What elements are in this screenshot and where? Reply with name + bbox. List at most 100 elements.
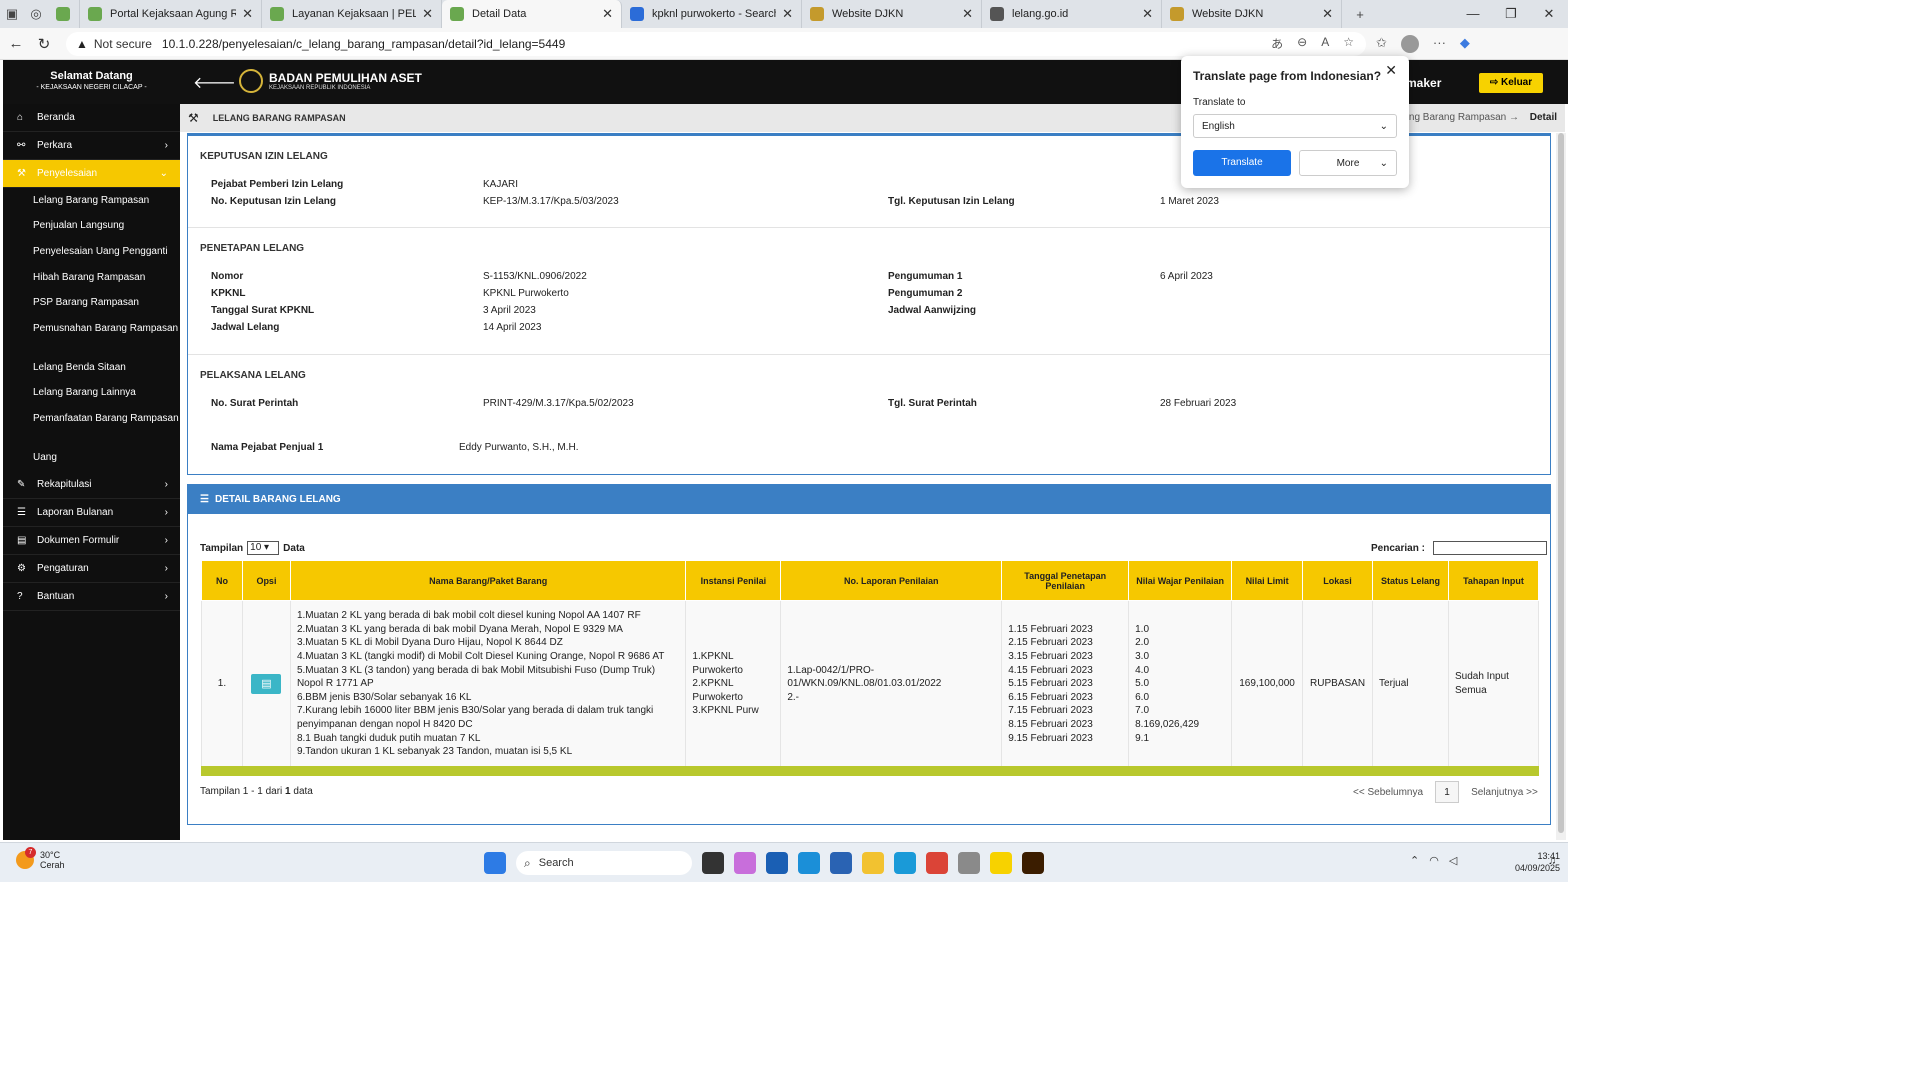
tab-pinned[interactable] — [48, 0, 80, 28]
next-page-link[interactable]: Selanjutnya >> — [1471, 787, 1538, 798]
tab-0[interactable]: Portal Kejaksaan Agung Repub ✕ — [80, 0, 262, 28]
read-aloud-icon[interactable]: A — [1321, 35, 1329, 52]
sidebar-subitem[interactable]: Lelang Barang Rampasan — [3, 188, 180, 213]
tab-4[interactable]: Website DJKN ✕ — [802, 0, 982, 28]
column-header[interactable]: No — [201, 560, 243, 601]
column-header[interactable]: Tanggal Penetapan Penilaian — [1001, 560, 1130, 601]
restore-icon[interactable]: ❐ — [1492, 6, 1530, 22]
back-icon[interactable]: ← — [2, 35, 30, 52]
url-field[interactable]: ▲ Not secure 10.1.0.228/penyelesaian/c_l… — [66, 31, 1366, 56]
column-header[interactable]: No. Laporan Penilaian — [780, 560, 1003, 601]
chevron-right-icon: › — [164, 140, 168, 151]
file-explorer-icon[interactable] — [862, 852, 884, 874]
page-length-select[interactable]: 10 ▾ — [247, 541, 280, 555]
tab-6[interactable]: Website DJKN ✕ — [1162, 0, 1342, 28]
page-scrollbar[interactable] — [1556, 133, 1566, 840]
close-icon[interactable]: ✕ — [1385, 62, 1397, 79]
network-app-icon[interactable] — [958, 852, 980, 874]
column-header[interactable]: Nama Barang/Paket Barang — [289, 560, 687, 601]
sidebar-item-pengaturan[interactable]: ⚙ Pengaturan › — [3, 555, 180, 583]
copilot-app-icon[interactable] — [734, 852, 756, 874]
sidebar-item-beranda[interactable]: ⌂ Beranda — [3, 104, 180, 132]
sidebar-subitem[interactable]: Hibah Barang Rampasan — [3, 265, 180, 290]
start-icon[interactable] — [484, 852, 506, 874]
minimize-icon[interactable]: — — [1454, 6, 1492, 22]
close-window-icon[interactable]: ✕ — [1530, 6, 1568, 22]
column-header[interactable]: Nilai Limit — [1231, 560, 1304, 601]
close-tab-icon[interactable]: ✕ — [962, 6, 973, 22]
user-name[interactable]: maker — [1406, 76, 1441, 90]
chrome-icon[interactable] — [926, 852, 948, 874]
breadcrumb-path: Lelang Barang Rampasan → Detail — [1390, 112, 1557, 123]
menu-dots-icon[interactable]: ··· — [1433, 35, 1446, 53]
close-tab-icon[interactable]: ✕ — [1322, 6, 1333, 22]
sidebar-subitem[interactable]: PSP Barang Rampasan — [3, 290, 180, 316]
emblem-icon — [239, 69, 263, 93]
tab-2[interactable]: Detail Data ✕ — [442, 0, 622, 28]
sidebar-subitem[interactable]: Penjualan Langsung — [3, 213, 180, 239]
notification-bell-icon[interactable]: ♫ — [1548, 855, 1556, 867]
sidebar-item-bantuan[interactable]: ? Bantuan › — [3, 583, 180, 611]
search-input[interactable] — [1432, 541, 1547, 555]
column-header[interactable]: Opsi — [241, 560, 291, 601]
wifi-icon[interactable]: ◠ — [1429, 854, 1439, 867]
sidebar-subitem[interactable]: Lelang Benda Sitaan — [3, 355, 180, 380]
sidebar-item-perkara[interactable]: ⚯ Perkara › — [3, 132, 180, 160]
tab-1[interactable]: Layanan Kejaksaan | PELAYANA ✕ — [262, 0, 442, 28]
close-tab-icon[interactable]: ✕ — [1142, 6, 1153, 22]
weather-widget[interactable]: 7 30°C Cerah — [16, 847, 65, 870]
tab-5[interactable]: lelang.go.id ✕ — [982, 0, 1162, 28]
sidebar-item-label: Beranda — [37, 112, 75, 123]
sidebar-subitem[interactable]: Uang — [3, 445, 180, 471]
more-button[interactable]: More ⌄ — [1299, 150, 1397, 176]
tab-3[interactable]: kpknl purwokerto - Search ✕ — [622, 0, 802, 28]
taskbar-search[interactable]: ⌕ Search — [516, 851, 692, 875]
chevron-up-icon[interactable]: ⌃ — [1410, 854, 1419, 867]
detail-button[interactable]: ▤ — [251, 674, 282, 694]
translate-button[interactable]: Translate — [1193, 150, 1291, 176]
edge-icon[interactable] — [798, 852, 820, 874]
sidebar-item-rekapitulasi[interactable]: ✎ Rekapitulasi › — [3, 471, 180, 499]
volume-icon[interactable]: ◁ — [1449, 854, 1457, 867]
column-header[interactable]: Status Lelang — [1372, 560, 1449, 601]
page-number[interactable]: 1 — [1435, 781, 1460, 803]
sidebar-subitem[interactable]: Lelang Barang Lainnya — [3, 380, 180, 406]
outlook-icon[interactable] — [766, 852, 788, 874]
sidebar-subitem[interactable]: Penyelesaian Uang Pengganti — [3, 239, 180, 265]
sidebar-toggle-icon[interactable]: ▣ — [0, 3, 24, 25]
sidebar-subitem[interactable]: Pemanfaatan Barang Rampasan — [3, 406, 180, 445]
cortana-icon[interactable] — [894, 852, 916, 874]
close-tab-icon[interactable]: ✕ — [422, 6, 433, 22]
translate-icon[interactable]: あ — [1271, 35, 1283, 52]
close-tab-icon[interactable]: ✕ — [782, 6, 793, 22]
profile-avatar[interactable] — [1400, 34, 1419, 53]
column-header[interactable]: Tahapan Input — [1447, 560, 1540, 601]
sidebar-item-laporan-bulanan[interactable]: ☰ Laporan Bulanan › — [3, 499, 180, 527]
language-select[interactable]: English ⌄ — [1193, 114, 1397, 138]
column-header[interactable]: Nilai Wajar Penilaian — [1128, 560, 1233, 601]
favorites-icon[interactable]: ✩ — [1376, 35, 1387, 53]
logout-button[interactable]: ⇨ Keluar — [1479, 73, 1543, 93]
workspaces-icon[interactable]: ◎ — [24, 3, 48, 25]
new-tab-icon[interactable]: + — [1348, 3, 1372, 25]
store-icon[interactable] — [830, 852, 852, 874]
refresh-icon[interactable]: ↻ — [30, 35, 58, 53]
sidebar-item-penyelesaian[interactable]: ⚒ Penyelesaian ⌄ — [3, 160, 180, 188]
cell-line: 3.15 Februari 2023 — [1008, 651, 1093, 663]
column-header[interactable]: Lokasi — [1302, 560, 1374, 601]
section-title-penetapan: PENETAPAN LELANG — [200, 243, 305, 254]
notes-icon[interactable] — [990, 852, 1012, 874]
favorite-star-icon[interactable]: ☆ — [1343, 35, 1354, 52]
scrollbar-thumb[interactable] — [1558, 133, 1564, 833]
sidebar-subitem[interactable]: Pemusnahan Barang Rampasan — [3, 316, 180, 355]
collapse-sidebar-icon[interactable]: 🡐 — [193, 72, 236, 93]
task-view-icon[interactable] — [702, 852, 724, 874]
sidebar-item-dokumen-formulir[interactable]: ▤ Dokumen Formulir › — [3, 527, 180, 555]
close-tab-icon[interactable]: ✕ — [242, 6, 253, 22]
prev-page-link[interactable]: << Sebelumnya — [1353, 787, 1423, 798]
illustrator-icon[interactable] — [1022, 852, 1044, 874]
zoom-icon[interactable]: ⊖ — [1297, 35, 1307, 52]
copilot-icon[interactable]: ◆ — [1460, 35, 1470, 53]
column-header[interactable]: Instansi Penilai — [685, 560, 782, 601]
close-tab-icon[interactable]: ✕ — [602, 6, 613, 22]
